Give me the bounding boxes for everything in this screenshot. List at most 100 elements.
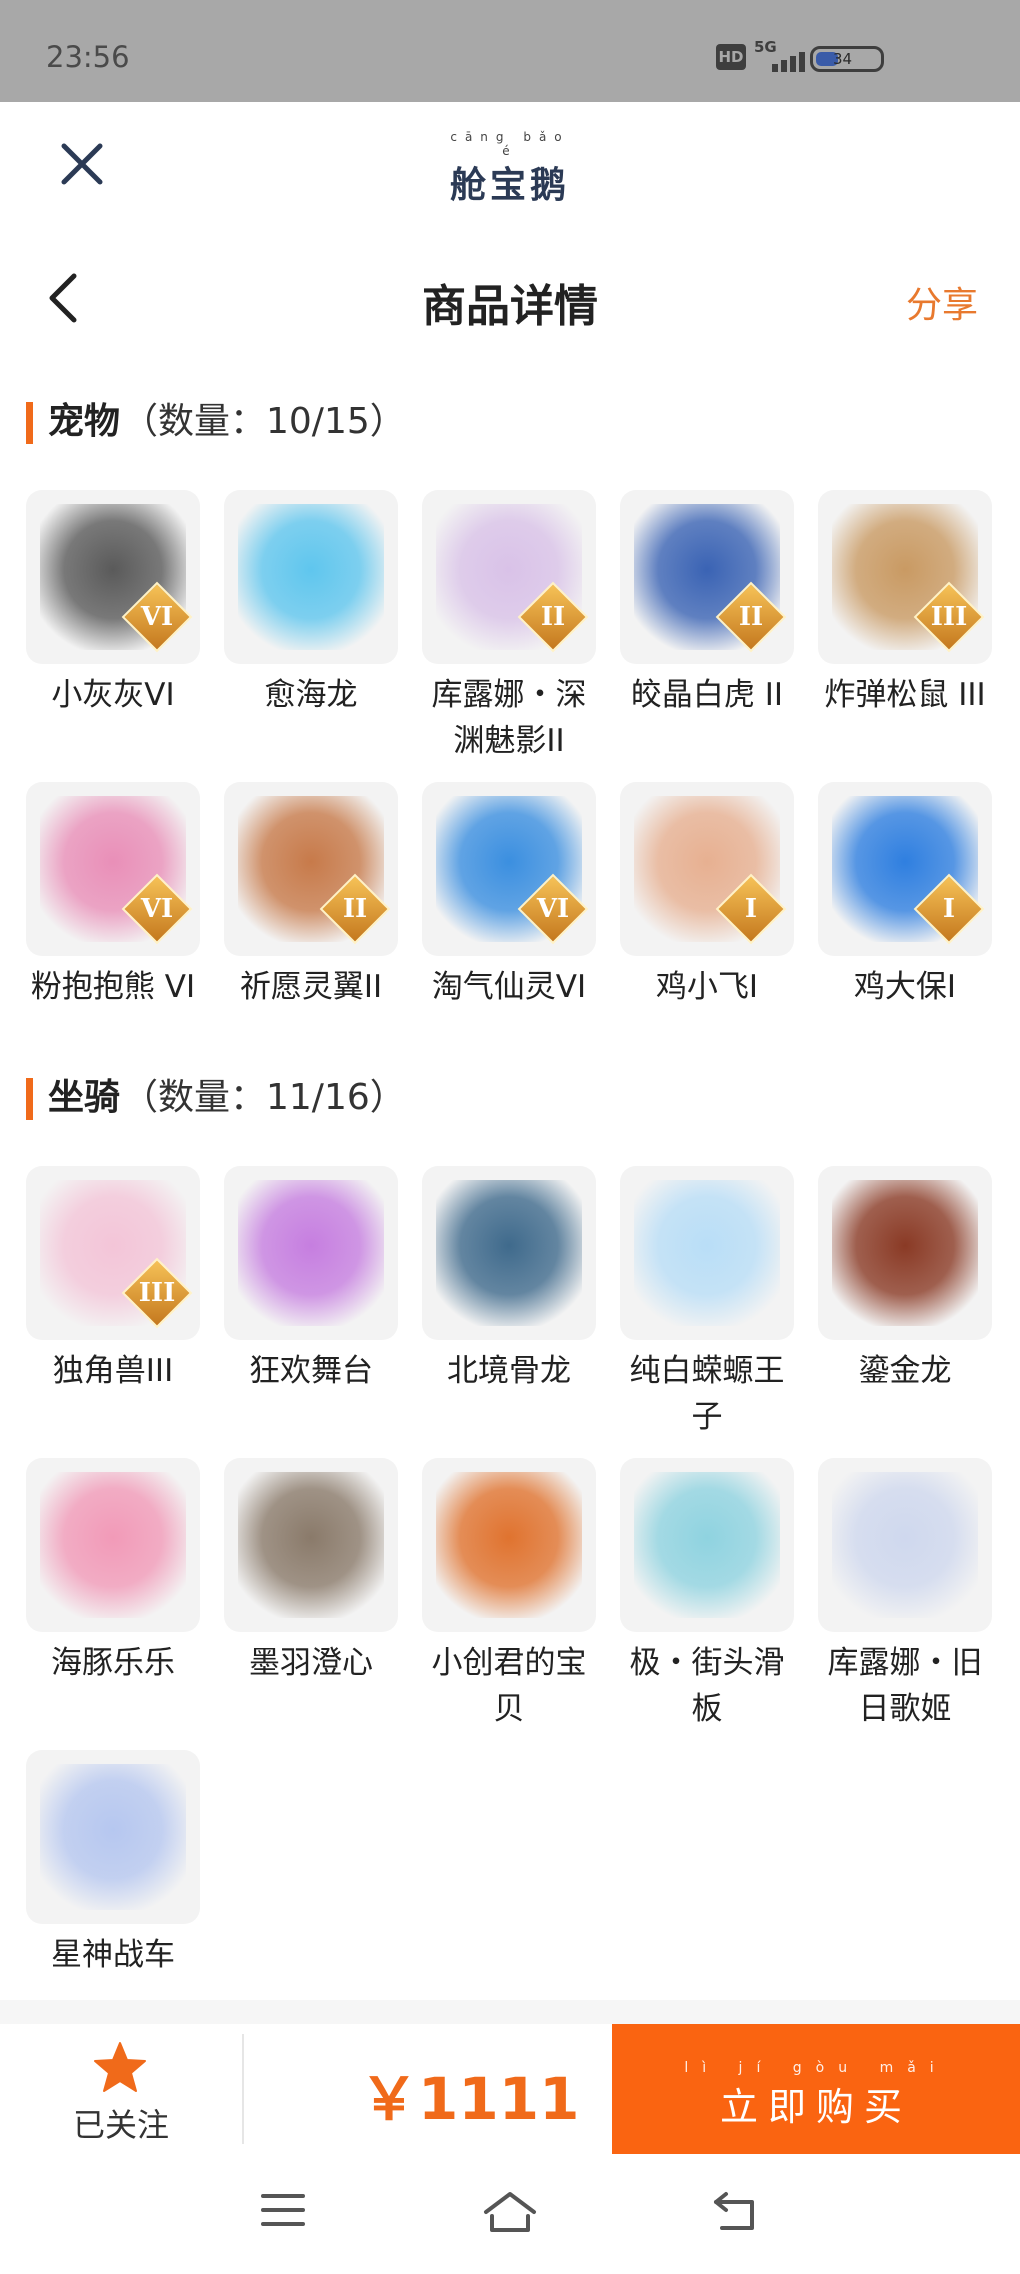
item-card[interactable]: VI 小灰灰VI <box>26 490 200 718</box>
item-thumbnail: III <box>818 490 992 664</box>
pets-grid: VI 小灰灰VI 愈海龙 II 库露娜・深渊魅影II II 皎晶白虎 II III 炸弹松鼠 I… <box>26 490 1006 1010</box>
item-card[interactable]: 北境骨龙 <box>422 1166 596 1394</box>
item-thumbnail <box>422 1458 596 1632</box>
share-button[interactable]: 分享 <box>906 276 978 328</box>
menu-icon[interactable] <box>260 2190 306 2230</box>
item-label: 北境骨龙 <box>447 1353 571 1389</box>
item-label: 狂欢舞台 <box>249 1353 373 1389</box>
item-card[interactable]: I 鸡大保I <box>818 782 992 1010</box>
item-label: 极・街头滑板 <box>629 1645 785 1727</box>
item-label: 海豚乐乐 <box>51 1645 175 1681</box>
app-logo: cāng bǎo é 舱宝鹅 <box>440 130 580 206</box>
price: ￥1111 <box>360 2065 580 2133</box>
section-name: 宠物 <box>48 401 121 442</box>
section-accent-bar <box>26 402 33 444</box>
item-card[interactable]: III 炸弹松鼠 III <box>818 490 992 718</box>
item-thumbnail: II <box>422 490 596 664</box>
item-thumbnail <box>620 1166 794 1340</box>
logo-text: 舱宝鹅 <box>449 164 570 206</box>
tier-badge-text: III <box>930 602 968 632</box>
item-thumbnail <box>26 1750 200 1924</box>
item-label: 鸡大保I <box>853 969 957 1005</box>
item-card[interactable]: II 库露娜・深渊魅影II <box>422 490 596 764</box>
item-card[interactable]: 极・街头滑板 <box>620 1458 794 1732</box>
item-card[interactable]: III 独角兽III <box>26 1166 200 1394</box>
item-image <box>238 1180 384 1326</box>
item-image <box>40 1764 186 1910</box>
item-image <box>436 1472 582 1618</box>
item-thumbnail <box>26 1458 200 1632</box>
item-card[interactable]: 狂欢舞台 <box>224 1166 398 1394</box>
item-thumbnail: VI <box>422 782 596 956</box>
item-label: 库露娜・旧日歌姬 <box>827 1645 983 1727</box>
item-card[interactable]: 愈海龙 <box>224 490 398 718</box>
item-label: 墨羽澄心 <box>249 1645 373 1681</box>
item-label: 鎏金龙 <box>858 1353 952 1389</box>
home-icon[interactable] <box>482 2190 538 2234</box>
tier-badge-text: III <box>138 1278 176 1308</box>
follow-button[interactable]: 已关注 <box>0 2024 242 2154</box>
item-thumbnail <box>620 1458 794 1632</box>
item-thumbnail: VI <box>26 490 200 664</box>
top-nav: cāng bǎo é 舱宝鹅 <box>0 102 1020 222</box>
item-card[interactable]: 墨羽澄心 <box>224 1458 398 1686</box>
close-icon[interactable] <box>60 142 104 186</box>
tier-badge-text: II <box>342 894 368 924</box>
item-image <box>238 504 384 650</box>
battery-level: 34 <box>833 50 853 68</box>
item-card[interactable]: 鎏金龙 <box>818 1166 992 1394</box>
section-count: （数量：11/16） <box>122 1077 406 1118</box>
tier-badge-text: VI <box>536 894 570 924</box>
item-thumbnail <box>818 1458 992 1632</box>
item-card[interactable]: II 皎晶白虎 II <box>620 490 794 718</box>
section-name: 坐骑 <box>48 1077 121 1118</box>
bottom-action-bar: 已关注 ￥1111 lì jí gòu mǎi 立即购买 <box>0 2024 1020 2154</box>
item-label: 祈愿灵翼II <box>239 969 383 1005</box>
item-label: 鸡小飞I <box>655 969 759 1005</box>
buy-now-button[interactable]: lì jí gòu mǎi 立即购买 <box>612 2024 1020 2154</box>
item-card[interactable]: 小创君的宝贝 <box>422 1458 596 1732</box>
buy-pinyin: lì jí gòu mǎi <box>684 2060 948 2076</box>
star-icon <box>94 2042 146 2092</box>
divider <box>242 2034 244 2144</box>
item-card[interactable]: 库露娜・旧日歌姬 <box>818 1458 992 1732</box>
status-time: 23:56 <box>46 40 130 74</box>
system-nav-bar <box>0 2154 1020 2274</box>
item-card[interactable]: II 祈愿灵翼II <box>224 782 398 1010</box>
signal-icon: 5G <box>754 38 805 74</box>
item-image <box>436 1180 582 1326</box>
back-nav-icon[interactable] <box>712 2190 762 2234</box>
item-label: 小灰灰VI <box>51 677 175 713</box>
battery-icon: 34 <box>810 46 884 72</box>
item-card[interactable]: I 鸡小飞I <box>620 782 794 1010</box>
tier-badge-text: II <box>540 602 566 632</box>
item-label: 粉抱抱熊 VI <box>30 969 196 1005</box>
buy-label: 立即购买 <box>719 2085 912 2129</box>
item-image <box>634 1472 780 1618</box>
item-card[interactable]: 海豚乐乐 <box>26 1458 200 1686</box>
follow-label: 已关注 <box>72 2106 169 2144</box>
item-thumbnail: III <box>26 1166 200 1340</box>
section-count: （数量：10/15） <box>122 401 406 442</box>
item-label: 淘气仙灵VI <box>431 969 587 1005</box>
section-accent-bar <box>26 1078 33 1120</box>
tier-badge-text: I <box>744 894 758 924</box>
item-card[interactable]: 纯白蝾螈王子 <box>620 1166 794 1440</box>
item-label: 炸弹松鼠 III <box>824 677 986 713</box>
item-label: 星神战车 <box>51 1937 175 1973</box>
item-label: 皎晶白虎 II <box>630 677 784 713</box>
item-image <box>832 1180 978 1326</box>
tier-badge-text: VI <box>140 894 174 924</box>
item-card[interactable]: 星神战车 <box>26 1750 200 1978</box>
item-card[interactable]: VI 淘气仙灵VI <box>422 782 596 1010</box>
logo-pinyin: cāng bǎo é <box>450 130 570 158</box>
item-thumbnail: II <box>620 490 794 664</box>
item-thumbnail <box>224 1166 398 1340</box>
item-thumbnail <box>818 1166 992 1340</box>
item-thumbnail: I <box>620 782 794 956</box>
item-thumbnail <box>422 1166 596 1340</box>
tier-badge-text: II <box>738 602 764 632</box>
item-card[interactable]: VI 粉抱抱熊 VI <box>26 782 200 1010</box>
item-thumbnail: I <box>818 782 992 956</box>
item-thumbnail <box>224 1458 398 1632</box>
